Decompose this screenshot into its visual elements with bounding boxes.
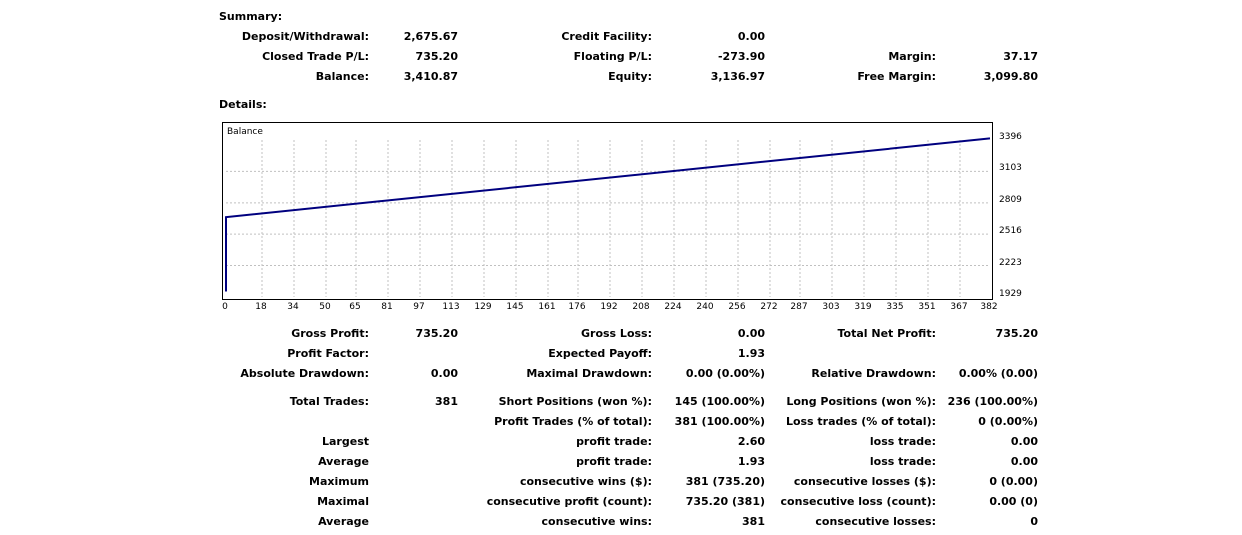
details-label-r1-c0: Profit Factor: xyxy=(287,347,369,360)
details-value-r4-c2: 0 (0.00%) xyxy=(978,415,1038,428)
details-value-r5-c2: 0.00 xyxy=(1010,435,1038,448)
y-tick-label: 1929 xyxy=(999,289,1022,299)
x-tick-label: 161 xyxy=(538,302,556,312)
balance-series-line xyxy=(225,137,991,292)
x-tick-label: 65 xyxy=(349,302,361,312)
details-label-r8-c0: Maximal xyxy=(317,495,369,508)
x-tick-label: 256 xyxy=(728,302,746,312)
x-tick-label: 303 xyxy=(822,302,840,312)
x-tick-label: 18 xyxy=(255,302,267,312)
x-tick-label: 192 xyxy=(600,302,618,312)
details-value-r0-c2: 735.20 xyxy=(995,327,1038,340)
balance-chart: Balance xyxy=(222,122,993,300)
x-tick-label: 129 xyxy=(474,302,492,312)
x-tick-label: 287 xyxy=(790,302,808,312)
x-tick-label: 367 xyxy=(950,302,968,312)
details-value-r9-c2: 0 xyxy=(1030,515,1038,528)
x-tick-label: 351 xyxy=(918,302,936,312)
x-tick-label: 240 xyxy=(696,302,714,312)
details-value-r8-c2: 0.00 (0) xyxy=(989,495,1038,508)
balance-chart-svg: Balance xyxy=(225,127,991,297)
x-tick-label: 97 xyxy=(413,302,425,312)
details-label-r9-c0: Average xyxy=(318,515,369,528)
details-value-r3-c2: 236 (100.00%) xyxy=(947,395,1038,408)
summary-value-r1-c2: 37.17 xyxy=(1003,50,1038,63)
y-tick-label: 2809 xyxy=(999,194,1022,205)
details-label-r5-c0: Largest xyxy=(322,435,369,448)
x-tick-label: 176 xyxy=(568,302,586,312)
x-tick-label: 81 xyxy=(381,302,393,312)
x-tick-label: 272 xyxy=(760,302,778,312)
x-tick-label: 145 xyxy=(506,302,524,312)
details-heading: Details: xyxy=(219,98,267,111)
x-tick-label: 208 xyxy=(632,302,650,312)
summary-heading: Summary: xyxy=(219,10,283,23)
x-tick-label: 34 xyxy=(287,302,299,312)
y-tick-label: 3103 xyxy=(999,163,1022,174)
chart-title: Balance xyxy=(227,127,263,137)
y-tick-label: 2223 xyxy=(999,257,1022,268)
x-tick-label: 50 xyxy=(319,302,331,312)
details-value-r7-c2: 0 (0.00) xyxy=(989,475,1038,488)
x-tick-label: 224 xyxy=(664,302,682,312)
y-tick-label: 3396 xyxy=(999,132,1022,142)
details-label-r7-c0: Maximum xyxy=(309,475,369,488)
x-tick-label: 382 xyxy=(980,302,998,312)
details-value-r1-c1: 1.93 xyxy=(737,347,765,360)
x-tick-label: 113 xyxy=(442,302,460,312)
details-value-r2-c2: 0.00% (0.00) xyxy=(958,367,1038,380)
summary-value-r2-c2: 3,099.80 xyxy=(983,70,1038,83)
summary-value-r0-c1: 0.00 xyxy=(737,30,765,43)
x-tick-label: 319 xyxy=(854,302,872,312)
details-value-r6-c2: 0.00 xyxy=(1010,455,1038,468)
x-tick-label: 0 xyxy=(222,302,228,312)
details-label-r6-c0: Average xyxy=(318,455,369,468)
x-tick-label: 335 xyxy=(886,302,904,312)
y-tick-label: 2516 xyxy=(999,226,1022,237)
